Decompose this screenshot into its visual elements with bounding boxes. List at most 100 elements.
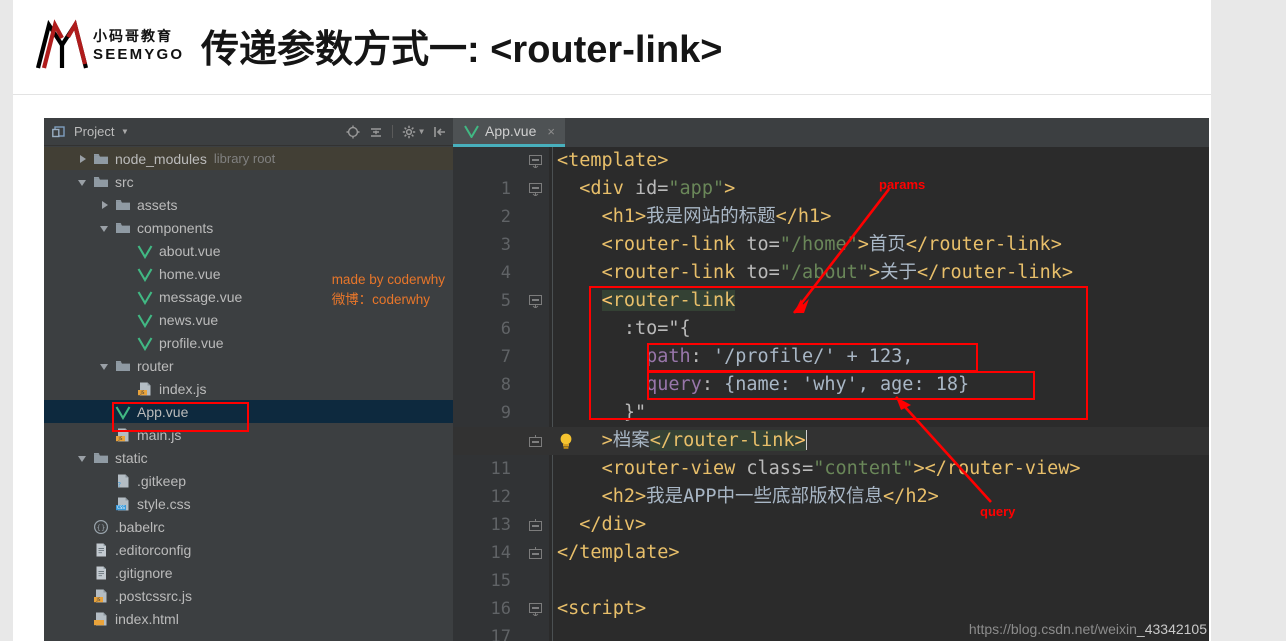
code-text: </div> (579, 514, 647, 535)
folder-icon (94, 176, 108, 187)
collapse-all-icon[interactable] (369, 125, 383, 139)
fold-end-icon[interactable] (529, 547, 542, 560)
tree-item-main-js[interactable]: JS main.js (44, 423, 453, 446)
folder-icon (94, 153, 108, 164)
tree-item-postcssrc-js[interactable]: JS .postcssrc.js (44, 584, 453, 607)
fold-collapse-icon[interactable] (529, 183, 542, 196)
code-text: <template> (557, 150, 669, 171)
tree-item-about-vue[interactable]: about.vue (44, 239, 453, 262)
code-text: </template> (557, 542, 680, 563)
js-icon: JS (94, 589, 107, 602)
tree-item-profile-vue[interactable]: profile.vue (44, 331, 453, 354)
svg-text:?: ? (117, 481, 121, 489)
locate-icon[interactable] (346, 125, 360, 139)
tree-item-label: .babelrc (115, 518, 165, 535)
tree-item-assets[interactable]: assets (44, 193, 453, 216)
project-file-tree[interactable]: node_modules library root src assets compone… (44, 147, 453, 641)
folder-icon (116, 222, 130, 233)
code-line[interactable]: 8 path: '/profile/' + 123, (453, 343, 1209, 395)
gear-dropdown-caret-icon[interactable]: ▼ (419, 127, 424, 136)
fold-end-icon[interactable] (529, 435, 542, 448)
fold-collapse-icon[interactable] (529, 155, 542, 168)
code-line[interactable]: 4 <router-link to="/home">首页</router-lin… (453, 231, 1209, 283)
project-panel: Project ▼ ▼ node_modules library root sr… (44, 118, 453, 641)
code-line[interactable]: 5 <router-link to="/about">关于</router-li… (453, 259, 1209, 311)
close-icon[interactable]: × (547, 124, 555, 139)
svg-text:{}: {} (97, 524, 106, 532)
code-text: <h2>我是APP中一些底部版权信息</h2> (601, 486, 939, 507)
vue-file-icon (464, 125, 479, 138)
hide-panel-icon[interactable] (433, 125, 447, 139)
tree-item-app-vue[interactable]: App.vue (44, 400, 453, 423)
code-text: path: '/profile/' + 123, (646, 346, 914, 367)
gear-icon[interactable] (402, 125, 416, 139)
fold-end-icon[interactable] (529, 519, 542, 532)
tree-item-label: profile.vue (159, 334, 224, 351)
tree-item-label: node_modules (115, 150, 207, 167)
tree-item-label: style.css (137, 495, 191, 512)
code-line[interactable]: 6 <router-link (453, 287, 1209, 339)
chevron-down-icon[interactable] (100, 361, 110, 371)
tree-item-node-modules[interactable]: node_modules library root (44, 147, 453, 170)
logo-wordmark: 小码哥教育 SEEMYGO (93, 29, 184, 62)
tree-item-index-js[interactable]: JS index.js (44, 377, 453, 400)
made-by-annotation: made by coderwhy 微博：coderwhy (332, 270, 445, 309)
tab-label: App.vue (485, 123, 537, 139)
chevron-down-icon[interactable] (78, 453, 88, 463)
code-line-current[interactable]: 11 >档案</router-link> (453, 427, 1209, 479)
fold-collapse-icon[interactable] (529, 295, 542, 308)
tree-item-babelrc[interactable]: {} .babelrc (44, 515, 453, 538)
tree-item-editorconfig[interactable]: .editorconfig (44, 538, 453, 561)
chevron-down-icon[interactable] (100, 223, 110, 233)
tree-item-router[interactable]: router (44, 354, 453, 377)
tree-item-label: index.js (159, 380, 207, 397)
code-line[interactable]: 15 </template> (453, 539, 1209, 591)
css-icon: CSS (116, 497, 129, 510)
tree-item-gitignore[interactable]: .gitignore (44, 561, 453, 584)
made-by-line1: made by coderwhy (331, 272, 445, 287)
code-area[interactable]: 1 <template> 2 <div id="app"> 3 <h1>我是网站… (453, 147, 1209, 641)
code-text: <router-view class="content"></router-vi… (601, 458, 1081, 479)
chevron-right-icon[interactable] (78, 154, 88, 164)
code-line[interactable]: 16 (453, 567, 1209, 619)
code-line[interactable]: 12 <router-view class="content"></router… (453, 455, 1209, 507)
slide-header: 小码哥教育 SEEMYGO 传递参数方式一: <router-link> (13, 0, 1211, 95)
folder-icon (94, 452, 108, 463)
chevron-right-icon[interactable] (100, 200, 110, 210)
code-line[interactable]: 2 <div id="app"> (453, 175, 1209, 227)
line-number: 17 (490, 627, 511, 641)
js-icon: JS (116, 428, 129, 441)
tree-item-components[interactable]: components (44, 216, 453, 239)
tree-item-static[interactable]: static (44, 446, 453, 469)
watermark-url: https://blog.csdn.net/weixin (968, 621, 1137, 637)
code-line[interactable]: 3 <h1>我是网站的标题</h1> (453, 203, 1209, 255)
tree-item-label: .gitignore (115, 564, 173, 581)
code-line[interactable]: 1 <template> (453, 147, 1209, 199)
tree-item-src[interactable]: src (44, 170, 453, 193)
vue-icon (137, 313, 153, 328)
tree-item-gitkeep[interactable]: ? .gitkeep (44, 469, 453, 492)
code-line[interactable]: 9 query: {name: 'why', age: 18} (453, 371, 1209, 423)
code-line[interactable]: 14 </div> (453, 511, 1209, 563)
chevron-down-icon[interactable] (78, 177, 88, 187)
code-text: <div id="app"> (579, 178, 736, 199)
vue-icon (137, 336, 153, 351)
tree-item-suffix: library root (213, 151, 276, 166)
tree-item-label: .postcssrc.js (115, 587, 193, 604)
code-line[interactable]: 10 }" (453, 399, 1209, 451)
tab-app-vue[interactable]: App.vue × (453, 118, 565, 147)
vue-icon (137, 244, 153, 259)
slide-page: 小码哥教育 SEEMYGO 传递参数方式一: <router-link> Pro… (0, 0, 1286, 641)
code-line[interactable]: 7 :to="{ (453, 315, 1209, 367)
fold-collapse-icon[interactable] (529, 603, 542, 616)
tree-item-label: about.vue (159, 242, 221, 259)
tree-item-news-vue[interactable]: news.vue (44, 308, 453, 331)
tree-item-label: .gitkeep (137, 472, 187, 489)
code-line[interactable]: 17 <script> (453, 595, 1209, 641)
tree-item-index-html[interactable]: index.html (44, 607, 453, 630)
code-line[interactable]: 13 <h2>我是APP中一些底部版权信息</h2> (453, 483, 1209, 535)
tree-item-style-css[interactable]: CSS style.css (44, 492, 453, 515)
seemygo-logo: 小码哥教育 SEEMYGO (35, 16, 185, 74)
folder-icon (116, 199, 130, 210)
chevron-down-icon[interactable]: ▼ (122, 127, 127, 136)
